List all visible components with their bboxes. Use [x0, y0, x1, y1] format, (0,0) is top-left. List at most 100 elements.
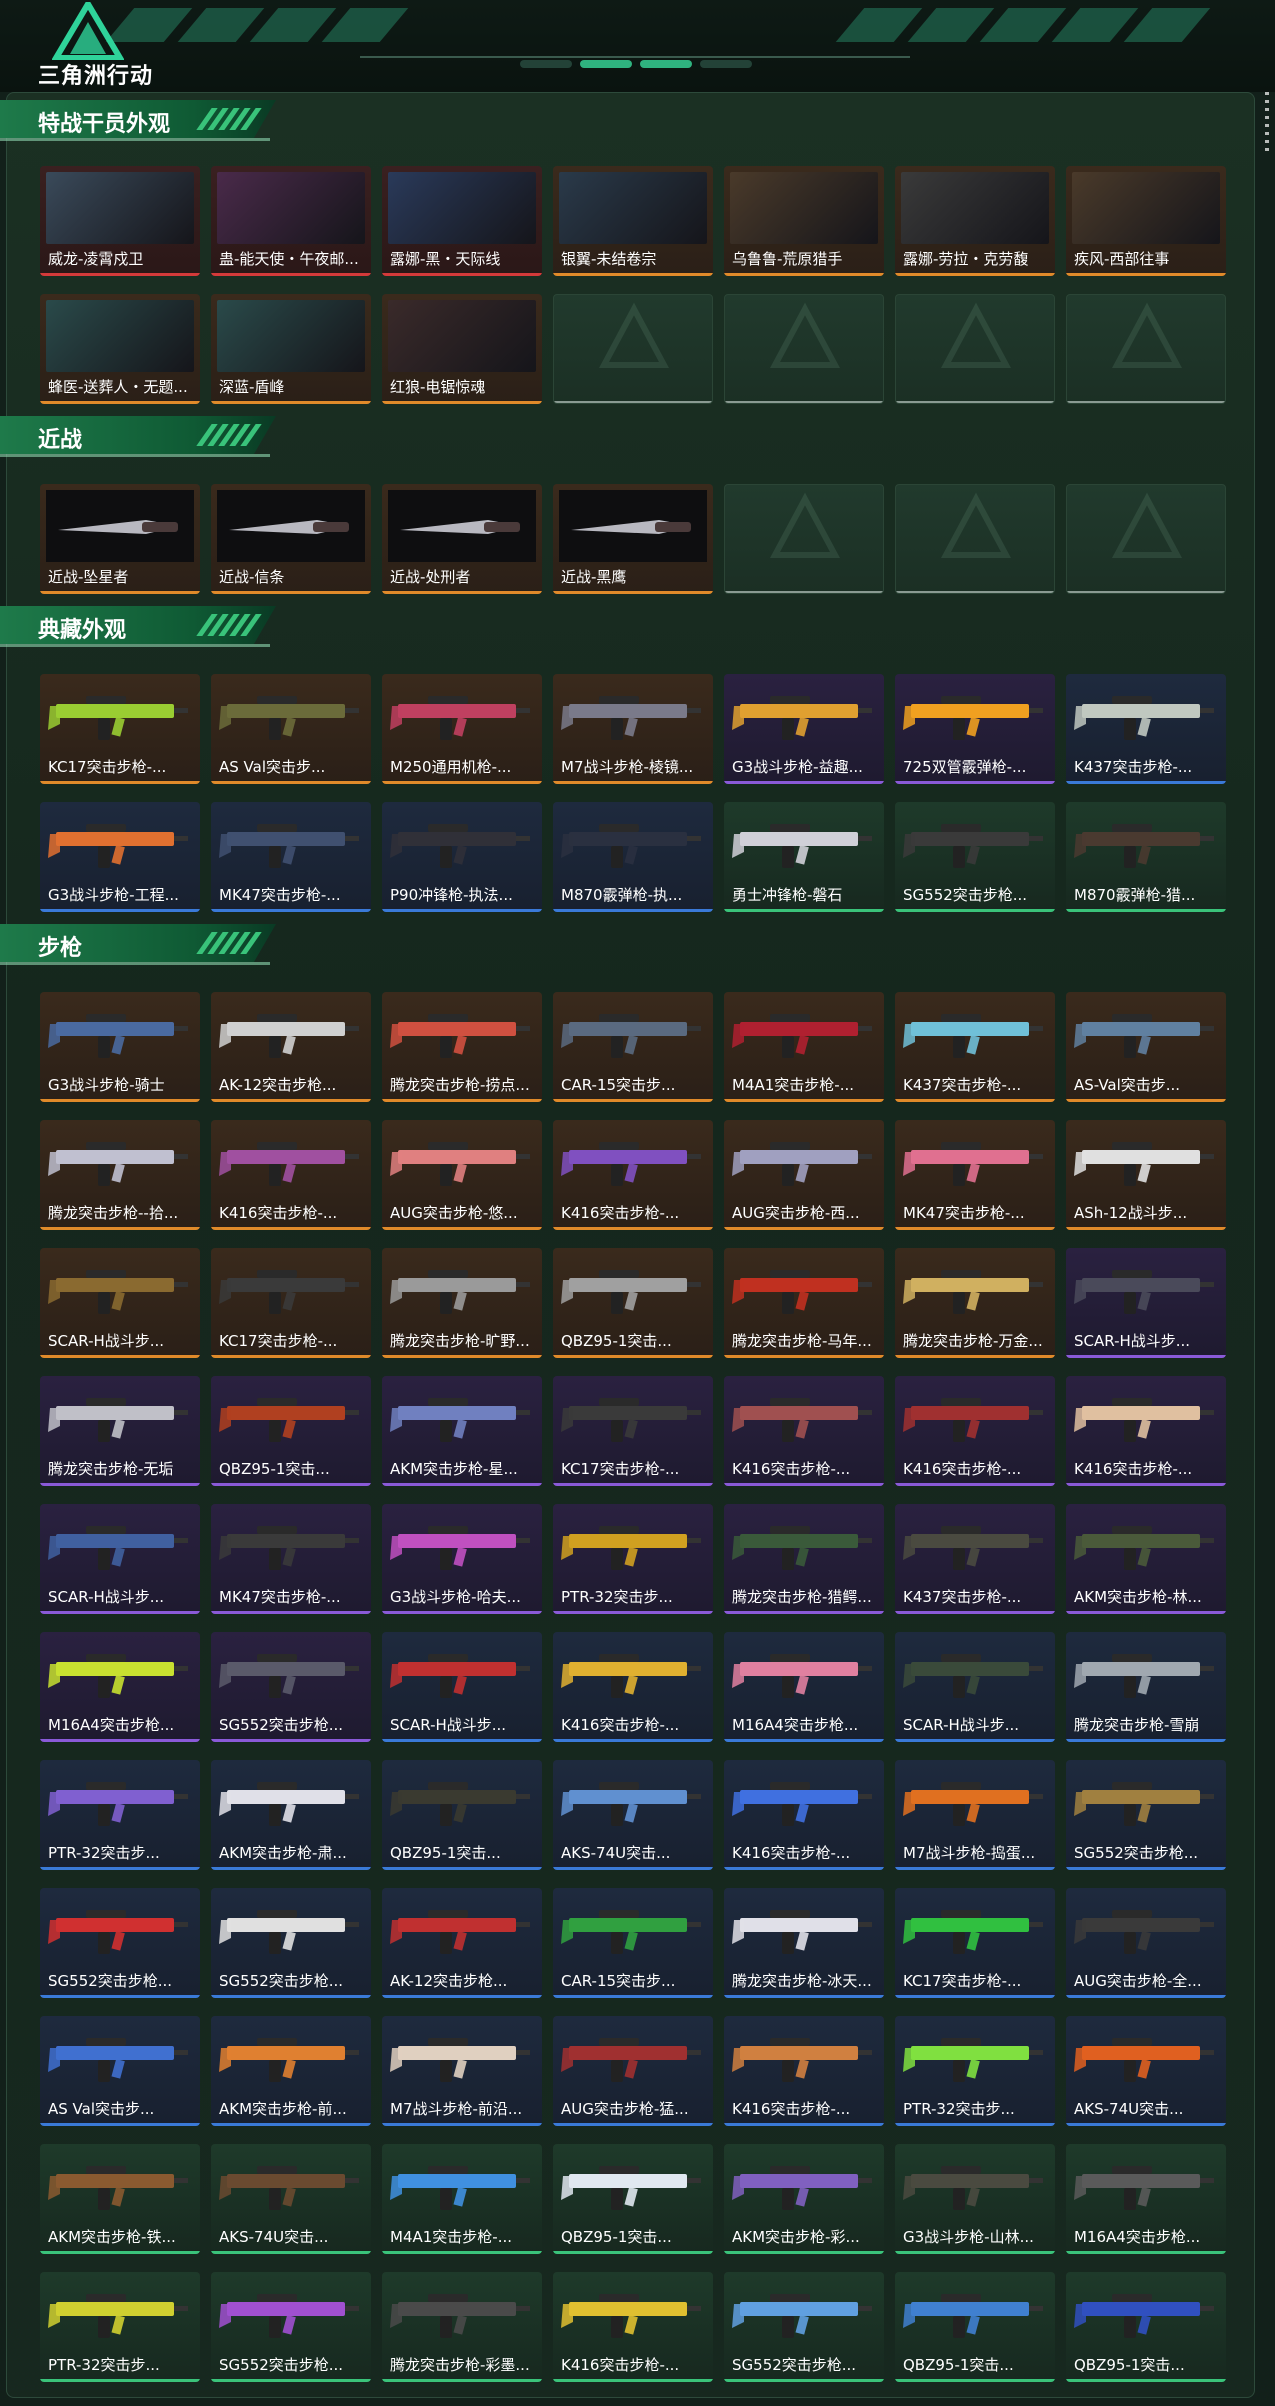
skin-card[interactable]: G3战斗步枪-山林... — [895, 2144, 1055, 2254]
skin-card[interactable]: M7战斗步枪-捣蛋... — [895, 1760, 1055, 1870]
skin-card[interactable]: 腾龙突击步枪-冰天... — [724, 1888, 884, 1998]
skin-card[interactable]: AKS-74U突击... — [1066, 2016, 1226, 2126]
skin-card[interactable]: QBZ95-1突击... — [211, 1376, 371, 1486]
skin-card[interactable]: ASh-12战斗步... — [1066, 1120, 1226, 1230]
skin-card[interactable]: K416突击步枪-... — [895, 1376, 1055, 1486]
skin-card[interactable]: P90冲锋枪-执法... — [382, 802, 542, 912]
skin-card[interactable]: SG552突击步枪... — [40, 1888, 200, 1998]
skin-card[interactable]: 蛊-能天使・午夜邮... — [211, 166, 371, 276]
skin-card[interactable]: G3战斗步枪-哈夫... — [382, 1504, 542, 1614]
skin-card[interactable]: 银翼-未结卷宗 — [553, 166, 713, 276]
skin-card[interactable]: AK-12突击步枪... — [211, 992, 371, 1102]
skin-card[interactable]: KC17突击步枪-... — [553, 1376, 713, 1486]
skin-card[interactable]: PTR-32突击步... — [40, 2272, 200, 2382]
skin-card[interactable]: SG552突击步枪... — [724, 2272, 884, 2382]
skin-card[interactable]: 蜂医-送葬人・无题... — [40, 294, 200, 404]
skin-card[interactable]: QBZ95-1突击... — [553, 1248, 713, 1358]
skin-card[interactable]: K437突击步枪-... — [895, 1504, 1055, 1614]
skin-card[interactable]: KC17突击步枪-... — [40, 674, 200, 784]
skin-card[interactable]: M250通用机枪-... — [382, 674, 542, 784]
skin-card[interactable]: SG552突击步枪... — [895, 802, 1055, 912]
skin-card[interactable]: SG552突击步枪... — [211, 1888, 371, 1998]
skin-card[interactable]: AKS-74U突击... — [553, 1760, 713, 1870]
skin-card[interactable]: K416突击步枪-... — [553, 1632, 713, 1742]
skin-card[interactable]: QBZ95-1突击... — [382, 1760, 542, 1870]
skin-card[interactable]: AKS-74U突击... — [211, 2144, 371, 2254]
skin-card[interactable]: M7战斗步枪-棱镜... — [553, 674, 713, 784]
skin-card[interactable]: AUG突击步枪-猛... — [553, 2016, 713, 2126]
skin-card[interactable]: 近战-黑鹰 — [553, 484, 713, 594]
skin-card[interactable]: 近战-信条 — [211, 484, 371, 594]
skin-card[interactable]: MK47突击步枪-... — [895, 1120, 1055, 1230]
skin-card[interactable]: AS Val突击步... — [211, 674, 371, 784]
skin-card[interactable]: CAR-15突击步... — [553, 992, 713, 1102]
skin-card[interactable]: QBZ95-1突击... — [553, 2144, 713, 2254]
skin-card[interactable]: MK47突击步枪-... — [211, 1504, 371, 1614]
skin-card[interactable]: G3战斗步枪-益趣... — [724, 674, 884, 784]
skin-card[interactable]: QBZ95-1突击... — [1066, 2272, 1226, 2382]
skin-card[interactable]: SCAR-H战斗步... — [40, 1504, 200, 1614]
skin-card[interactable]: AKM突击步枪-星... — [382, 1376, 542, 1486]
skin-card[interactable]: K437突击步枪-... — [895, 992, 1055, 1102]
skin-card[interactable]: AK-12突击步枪... — [382, 1888, 542, 1998]
skin-card[interactable]: 腾龙突击步枪-万金... — [895, 1248, 1055, 1358]
skin-card[interactable]: K416突击步枪-... — [724, 1760, 884, 1870]
skin-card[interactable]: MK47突击步枪-... — [211, 802, 371, 912]
skin-card[interactable]: SG552突击步枪... — [211, 2272, 371, 2382]
skin-card[interactable]: AUG突击步枪-悠... — [382, 1120, 542, 1230]
skin-card[interactable]: AKM突击步枪-林... — [1066, 1504, 1226, 1614]
skin-card[interactable]: KC17突击步枪-... — [211, 1248, 371, 1358]
skin-card[interactable]: K437突击步枪-... — [1066, 674, 1226, 784]
scrollbar[interactable] — [1265, 92, 1269, 152]
skin-card[interactable]: AS Val突击步... — [40, 2016, 200, 2126]
skin-card[interactable]: QBZ95-1突击... — [895, 2272, 1055, 2382]
skin-card[interactable]: 腾龙突击步枪-马年... — [724, 1248, 884, 1358]
skin-card[interactable]: 深蓝-盾峰 — [211, 294, 371, 404]
skin-card[interactable]: AS-Val突击步... — [1066, 992, 1226, 1102]
skin-card[interactable]: M16A4突击步枪... — [724, 1632, 884, 1742]
skin-card[interactable]: AUG突击步枪-全... — [1066, 1888, 1226, 1998]
skin-card[interactable]: K416突击步枪-... — [553, 1120, 713, 1230]
skin-card[interactable]: M4A1突击步枪-... — [382, 2144, 542, 2254]
skin-card[interactable]: AKM突击步枪-肃... — [211, 1760, 371, 1870]
skin-card[interactable]: 露娜-劳拉・克劳馥 — [895, 166, 1055, 276]
skin-card[interactable]: SCAR-H战斗步... — [40, 1248, 200, 1358]
skin-card[interactable]: PTR-32突击步... — [553, 1504, 713, 1614]
skin-card[interactable]: AKM突击步枪-彩... — [724, 2144, 884, 2254]
skin-card[interactable]: 腾龙突击步枪-旷野... — [382, 1248, 542, 1358]
skin-card[interactable]: AUG突击步枪-西... — [724, 1120, 884, 1230]
skin-card[interactable]: SG552突击步枪... — [211, 1632, 371, 1742]
skin-card[interactable]: 腾龙突击步枪-彩墨... — [382, 2272, 542, 2382]
skin-card[interactable]: 725双管霰弹枪-... — [895, 674, 1055, 784]
skin-card[interactable]: 腾龙突击步枪-猎鳄... — [724, 1504, 884, 1614]
skin-card[interactable]: M16A4突击步枪... — [40, 1632, 200, 1742]
skin-card[interactable]: AKM突击步枪-铁... — [40, 2144, 200, 2254]
skin-card[interactable]: 威龙-凌霄戍卫 — [40, 166, 200, 276]
skin-card[interactable]: M870霰弹枪-执... — [553, 802, 713, 912]
skin-card[interactable]: M16A4突击步枪... — [1066, 2144, 1226, 2254]
skin-card[interactable]: M870霰弹枪-猎... — [1066, 802, 1226, 912]
skin-card[interactable]: 腾龙突击步枪-捞点... — [382, 992, 542, 1102]
skin-card[interactable]: AKM突击步枪-前... — [211, 2016, 371, 2126]
skin-card[interactable]: 露娜-黑・天际线 — [382, 166, 542, 276]
skin-card[interactable]: 腾龙突击步枪--拾... — [40, 1120, 200, 1230]
skin-card[interactable]: 腾龙突击步枪-雪崩 — [1066, 1632, 1226, 1742]
skin-card[interactable]: K416突击步枪-... — [1066, 1376, 1226, 1486]
skin-card[interactable]: 乌鲁鲁-荒原猎手 — [724, 166, 884, 276]
skin-card[interactable]: K416突击步枪-... — [211, 1120, 371, 1230]
skin-card[interactable]: 近战-处刑者 — [382, 484, 542, 594]
skin-card[interactable]: SG552突击步枪... — [1066, 1760, 1226, 1870]
skin-card[interactable]: M4A1突击步枪-... — [724, 992, 884, 1102]
skin-card[interactable]: K416突击步枪-... — [724, 2016, 884, 2126]
skin-card[interactable]: 近战-坠星者 — [40, 484, 200, 594]
skin-card[interactable]: K416突击步枪-... — [724, 1376, 884, 1486]
skin-card[interactable]: SCAR-H战斗步... — [895, 1632, 1055, 1742]
skin-card[interactable]: 红狼-电锯惊魂 — [382, 294, 542, 404]
skin-card[interactable]: 勇士冲锋枪-磐石 — [724, 802, 884, 912]
skin-card[interactable]: SCAR-H战斗步... — [382, 1632, 542, 1742]
skin-card[interactable]: KC17突击步枪-... — [895, 1888, 1055, 1998]
skin-card[interactable]: G3战斗步枪-工程... — [40, 802, 200, 912]
skin-card[interactable]: SCAR-H战斗步... — [1066, 1248, 1226, 1358]
skin-card[interactable]: K416突击步枪-... — [553, 2272, 713, 2382]
skin-card[interactable]: 疾风-西部往事 — [1066, 166, 1226, 276]
